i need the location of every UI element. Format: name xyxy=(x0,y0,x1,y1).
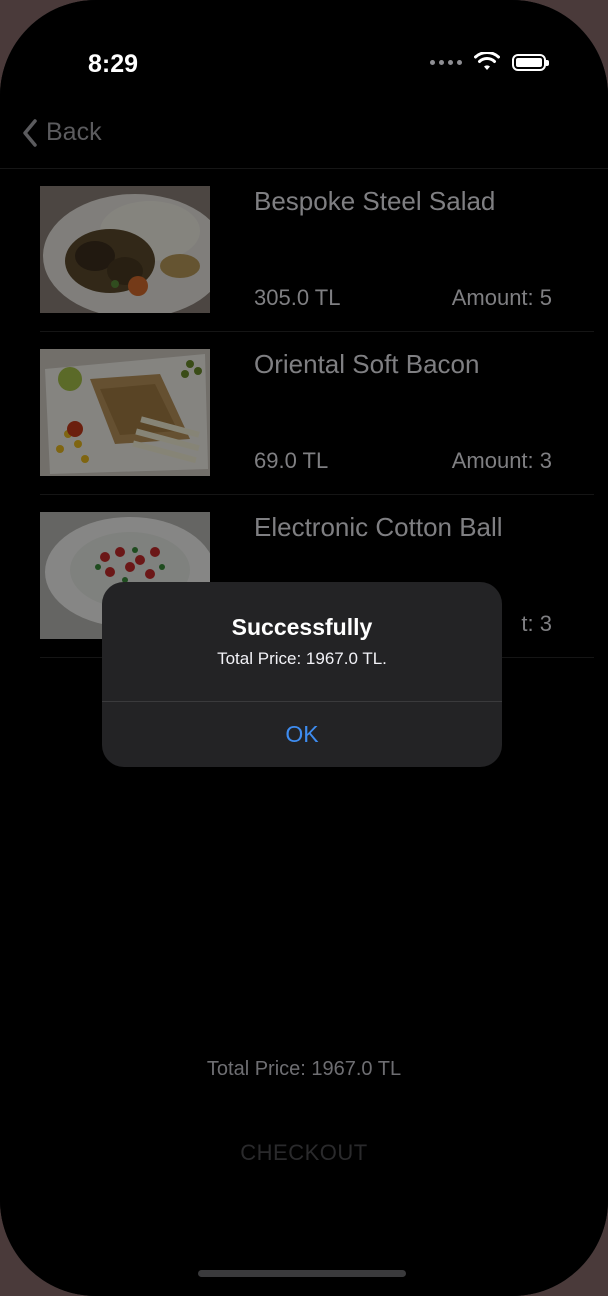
phone-frame: 8:29 Back Bespoke Steel Salad 305.0 TL A… xyxy=(0,0,608,1296)
back-label: Back xyxy=(46,118,102,146)
alert-message: Total Price: 1967.0 TL. xyxy=(217,649,387,668)
cart-item[interactable]: Bespoke Steel Salad 305.0 TL Amount: 5 xyxy=(40,169,594,332)
back-button[interactable]: Back xyxy=(22,118,102,147)
battery-icon xyxy=(512,53,549,71)
chevron-left-icon xyxy=(23,118,37,147)
food-photo-bacon xyxy=(40,349,210,476)
status-indicators xyxy=(430,52,549,72)
food-photo-salad xyxy=(40,186,210,313)
success-alert: Successfully Total Price: 1967.0 TL. OK xyxy=(102,582,502,767)
item-name: Oriental Soft Bacon xyxy=(254,349,480,379)
item-name: Electronic Cotton Ball xyxy=(254,512,503,542)
item-amount: Amount: 5 xyxy=(451,285,552,310)
home-indicator[interactable] xyxy=(198,1270,406,1277)
wifi-icon xyxy=(474,52,500,70)
item-amount: t: 3 xyxy=(521,611,552,636)
alert-title: Successfully xyxy=(231,614,373,640)
ok-button[interactable]: OK xyxy=(102,702,502,767)
checkout-button[interactable]: CHECKOUT xyxy=(0,1140,608,1166)
item-name: Bespoke Steel Salad xyxy=(254,186,496,216)
cart-item[interactable]: Oriental Soft Bacon 69.0 TL Amount: 3 xyxy=(40,332,594,495)
total-price-label: Total Price: 1967.0 TL xyxy=(206,1058,402,1080)
status-time: 8:29 xyxy=(88,50,139,78)
item-amount: Amount: 3 xyxy=(451,448,552,473)
item-price: 305.0 TL xyxy=(254,285,341,310)
item-price: 69.0 TL xyxy=(254,448,329,473)
cellular-signal-icon xyxy=(430,59,462,65)
screen: 8:29 Back Bespoke Steel Salad 305.0 TL A… xyxy=(0,0,608,1296)
